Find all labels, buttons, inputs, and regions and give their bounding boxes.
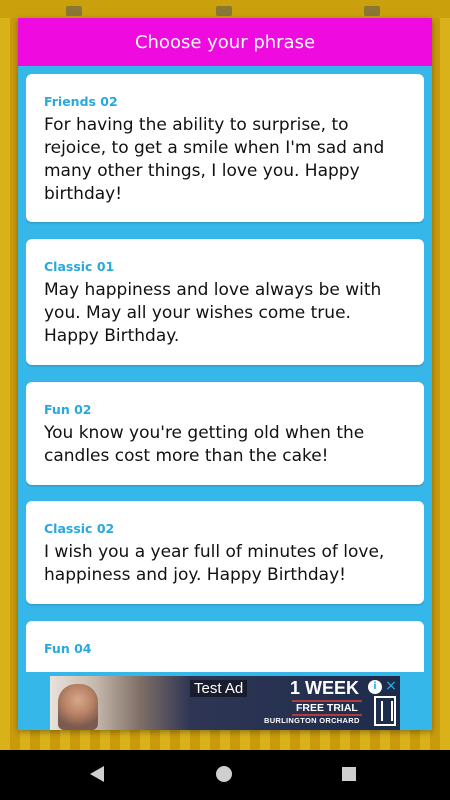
phrase-text: I wish you a year full of minutes of lov… [44,542,385,585]
ad-headline: 1 WEEK [290,678,360,698]
phrase-dialog: Choose your phrase Friends 02 For having… [18,18,432,730]
ad-brand: BURLINGTON ORCHARD [264,716,360,725]
ad-photo [58,684,98,730]
ad-subline: FREE TRIAL [292,700,362,716]
dialog-title: Choose your phrase [18,18,432,66]
phrase-text: You know you're getting old when the can… [44,423,365,466]
phrase-card[interactable]: Friends 02 For having the ability to sur… [26,74,424,222]
background-tab-icon [66,6,82,16]
phrase-category: Fun 02 [44,402,92,417]
phrase-category: Friends 02 [44,94,118,109]
phrase-list[interactable]: Friends 02 For having the ability to sur… [26,74,424,686]
phrase-text: For having the ability to surprise, to r… [44,115,385,204]
phrase-card[interactable]: Fun 02 You know you're getting old when … [26,382,424,485]
status-bar [0,0,450,18]
ad-logo [374,696,396,726]
background-tab-icon [216,6,232,16]
phrase-card[interactable]: Classic 01 May happiness and love always… [26,239,424,365]
ad-test-label: Test Ad [190,680,248,697]
phrase-category: Classic 02 [44,521,115,536]
phrase-category: Classic 01 [44,259,115,274]
navigation-bar [0,750,450,800]
background-tab-icon [364,6,380,16]
recents-icon[interactable] [342,767,356,781]
info-icon[interactable]: i [368,680,382,694]
phrase-card[interactable]: Classic 02 I wish you a year full of min… [26,501,424,604]
ad-banner[interactable]: Test Ad 1 WEEK FREE TRIAL BURLINGTON ORC… [18,672,432,730]
phrase-category: Fun 04 [44,641,92,656]
home-icon[interactable] [216,766,232,782]
back-icon[interactable] [90,766,104,782]
close-icon[interactable]: × [384,679,398,693]
ad-image[interactable]: Test Ad 1 WEEK FREE TRIAL BURLINGTON ORC… [50,676,400,730]
phrase-text: May happiness and love always be with yo… [44,280,382,346]
